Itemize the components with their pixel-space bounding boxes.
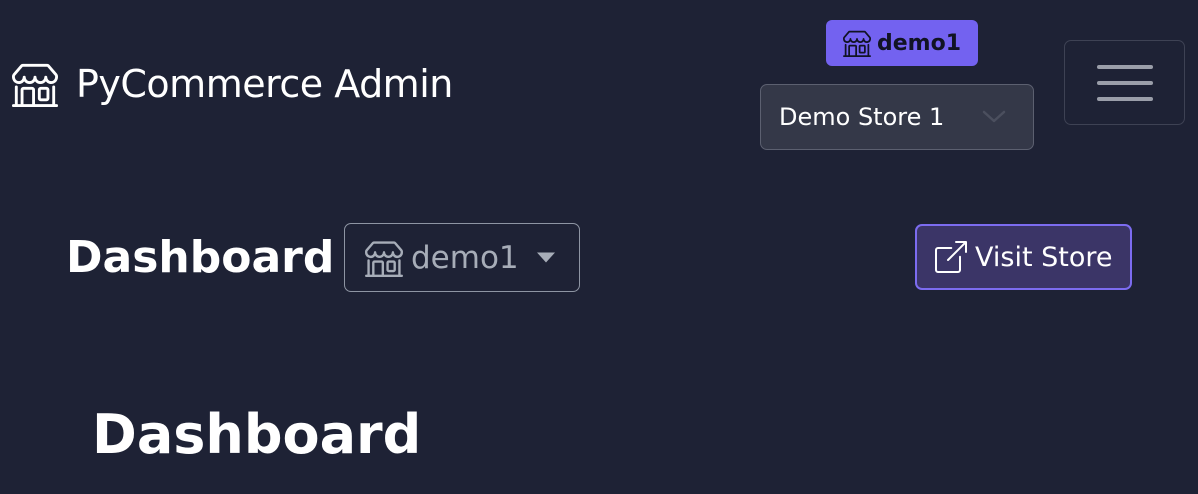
shop-icon xyxy=(12,63,58,107)
store-dropdown-button[interactable]: demo1 xyxy=(344,223,580,292)
dashboard-title: Dashboard xyxy=(66,232,335,283)
store-select-value: Demo Store 1 xyxy=(779,103,945,131)
admin-page: PyCommerce Admin demo1 Demo Store 1 Dash… xyxy=(0,0,1198,494)
visit-store-button[interactable]: Visit Store xyxy=(915,224,1132,290)
store-badge-label: demo1 xyxy=(876,30,961,56)
navbar-toggle-button[interactable] xyxy=(1064,40,1185,125)
caret-down-icon xyxy=(537,252,555,262)
hamburger-icon xyxy=(1096,64,1153,101)
shop-icon xyxy=(842,30,871,57)
store-select[interactable]: Demo Store 1 xyxy=(760,84,1034,150)
store-dropdown-label: demo1 xyxy=(411,239,519,276)
brand-title: PyCommerce Admin xyxy=(76,62,453,106)
navbar-brand[interactable]: PyCommerce Admin xyxy=(12,56,453,112)
page-heading: Dashboard xyxy=(92,403,422,466)
current-store-badge: demo1 xyxy=(826,20,978,66)
shop-icon xyxy=(365,239,403,277)
external-link-icon xyxy=(935,241,967,273)
visit-store-label: Visit Store xyxy=(975,241,1113,273)
chevron-down-icon xyxy=(982,110,1006,123)
